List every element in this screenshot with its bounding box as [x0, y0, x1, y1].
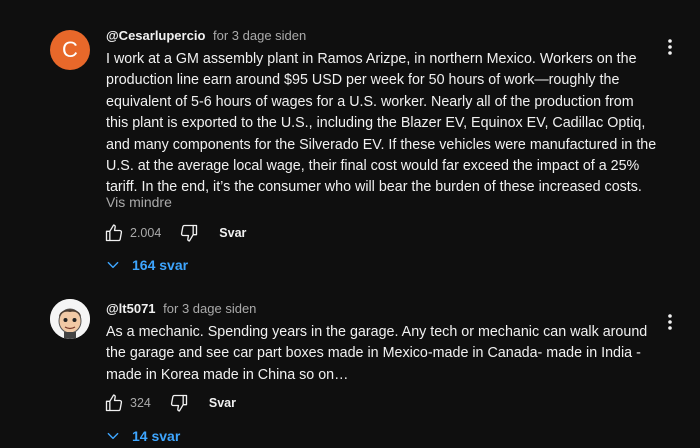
more-vert-icon — [668, 314, 672, 330]
avatar[interactable]: C — [50, 30, 90, 70]
cartoon-face-avatar-icon — [50, 299, 90, 339]
dislike-button[interactable] — [165, 389, 193, 417]
comment-text: I work at a GM assembly plant in Ramos A… — [106, 51, 657, 196]
show-less-link[interactable]: Vis mindre — [106, 194, 172, 210]
author-name[interactable]: @lt5071 — [106, 301, 156, 316]
avatar[interactable] — [50, 299, 90, 339]
comment-actions: 324 Svar — [100, 389, 236, 417]
chevron-down-icon — [107, 432, 119, 440]
comment-header: @lt5071 for 3 dage siden — [106, 300, 256, 318]
more-actions-button[interactable] — [660, 35, 680, 59]
thumbs-down-icon — [181, 224, 198, 242]
replies-count: 164 svar — [132, 257, 189, 273]
author-name[interactable]: @Cesarlupercio — [106, 28, 205, 43]
more-actions-button[interactable] — [660, 310, 680, 334]
like-button[interactable] — [100, 219, 128, 247]
thumbs-up-icon — [105, 224, 123, 242]
more-vert-icon — [668, 39, 672, 55]
thumbs-down-icon — [170, 394, 188, 412]
like-button[interactable] — [100, 389, 128, 417]
comment-actions: 2.004 Svar — [100, 219, 246, 247]
reply-button[interactable]: Svar — [209, 396, 236, 410]
like-count: 324 — [130, 396, 151, 410]
reply-button[interactable]: Svar — [219, 226, 246, 240]
replies-count: 14 svar — [132, 428, 181, 444]
thumbs-up-icon — [105, 394, 123, 412]
view-replies-button[interactable]: 164 svar — [106, 257, 188, 273]
comment-text: As a mechanic. Spending years in the gar… — [106, 324, 648, 383]
view-replies-button[interactable]: 14 svar — [106, 428, 180, 444]
comment-time[interactable]: for 3 dage siden — [213, 28, 306, 43]
chevron-down-icon — [107, 261, 119, 269]
dislike-button[interactable] — [175, 219, 203, 247]
comment-time[interactable]: for 3 dage siden — [163, 301, 256, 316]
like-count: 2.004 — [130, 226, 162, 240]
comment-header: @Cesarlupercio for 3 dage siden — [106, 27, 306, 45]
